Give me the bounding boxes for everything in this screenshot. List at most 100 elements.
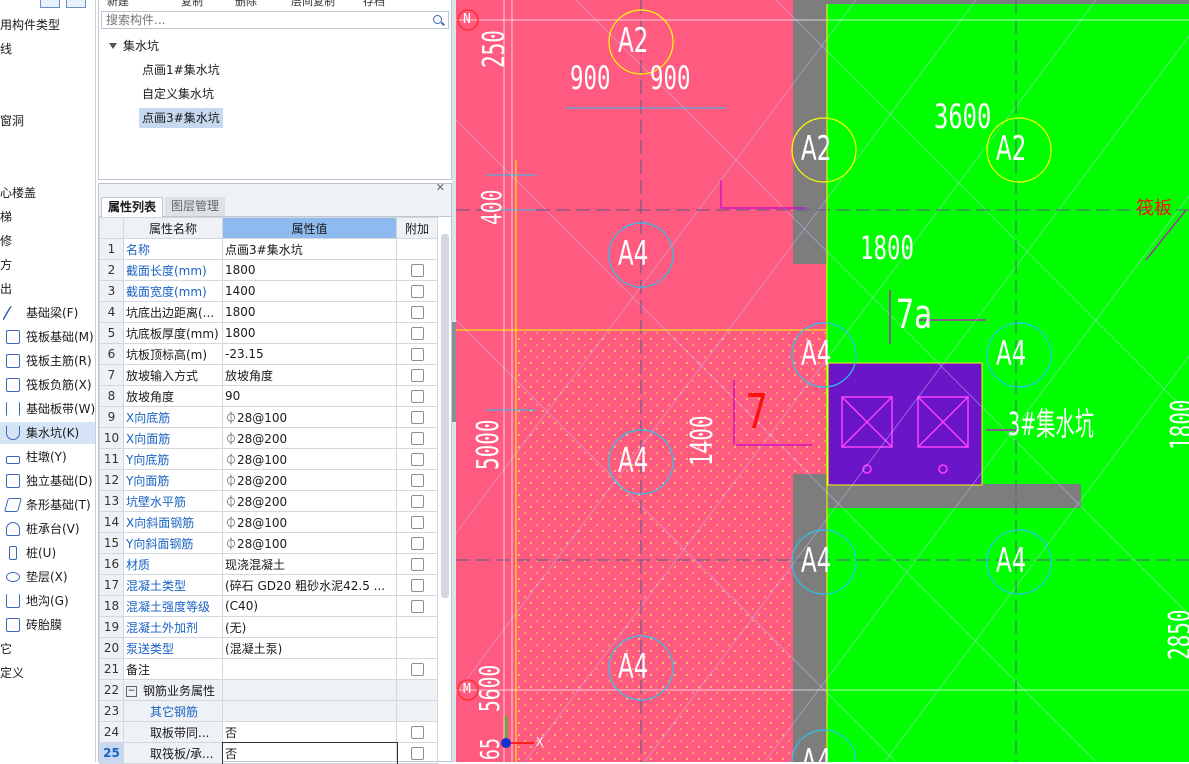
attach-checkbox[interactable]	[410, 411, 424, 424]
property-row[interactable]: 9 X向底筋 ⏀28@100	[99, 406, 438, 428]
property-row[interactable]: 22− 钢筋业务属性	[99, 679, 438, 701]
property-row[interactable]: 6 坑板顶标高(m) -23.15	[99, 343, 438, 365]
drawing-canvas[interactable]: A2 A2 A2 A4 A4 A4 A4 A4 A4 A4 A4 N M 250 900 900 3600 400…	[456, 0, 1189, 762]
nav-item-trench[interactable]: 地沟(G)	[0, 590, 95, 612]
tree-item-sump-custom[interactable]: 自定义集水坑	[142, 84, 214, 104]
property-value[interactable]: ⏀28@200	[222, 490, 397, 512]
property-value[interactable]: ⏀28@200	[222, 469, 397, 491]
nav-item-sump[interactable]: 集水坑(K)	[0, 422, 95, 444]
property-row[interactable]: 11 Y向底筋 ⏀28@100	[99, 448, 438, 470]
property-row[interactable]: 15 Y向斜面钢筋 ⏀28@100	[99, 532, 438, 554]
property-row[interactable]: 8 放坡角度 90	[99, 385, 438, 407]
nav-item-brick-mold[interactable]: 砖胎膜	[0, 614, 95, 636]
property-value[interactable]: 1800	[222, 322, 397, 344]
property-row[interactable]: 17 混凝土类型 (碎石 GD20 粗砂水泥42.5 ...	[99, 574, 438, 596]
nav-item-column-pier[interactable]: 柱墩(Y)	[0, 446, 95, 468]
property-value[interactable]: ⏀28@100	[222, 511, 397, 533]
tree-root-sump[interactable]: 集水坑	[109, 36, 159, 56]
attach-checkbox[interactable]	[410, 264, 424, 277]
property-value[interactable]: 现浇混凝土	[222, 553, 397, 575]
property-value[interactable]: 放坡角度	[222, 364, 397, 386]
property-value[interactable]: 否	[222, 721, 397, 743]
attach-checkbox[interactable]	[410, 600, 424, 613]
nav-partial-common-types[interactable]: 用构件类型	[0, 14, 60, 36]
nav-item-foundation-beam[interactable]: 基础梁(F)	[0, 302, 95, 324]
property-value[interactable]	[222, 700, 397, 722]
search-input[interactable]	[102, 12, 430, 28]
nav-item-slab-strip[interactable]: 基础板带(W)	[0, 398, 95, 420]
nav-item-raft-neg-rebar[interactable]: 筏板负筋(X)	[0, 374, 95, 396]
nav-item-pile-cap[interactable]: 桩承台(V)	[0, 518, 95, 540]
nav-tool-a-icon[interactable]	[40, 0, 60, 8]
toolbar-delete[interactable]: 删除	[235, 0, 257, 9]
attach-checkbox[interactable]	[410, 369, 424, 382]
attach-checkbox[interactable]	[410, 453, 424, 466]
nav-partial-decoration[interactable]: 修	[0, 230, 12, 252]
nav-partial-other[interactable]: 它	[0, 638, 12, 660]
attach-checkbox[interactable]	[410, 390, 424, 403]
property-value[interactable]: (C40)	[222, 595, 397, 617]
toolbar-save[interactable]: 存档	[363, 0, 385, 9]
nav-partial-earthwork[interactable]: 方	[0, 254, 12, 276]
nav-partial-window-opening[interactable]: 窗洞	[0, 110, 24, 132]
toolbar-copy[interactable]: 复制	[181, 0, 203, 9]
property-row[interactable]: 23 其它钢筋	[99, 700, 438, 722]
property-row[interactable]: 10 X向面筋 ⏀28@200	[99, 427, 438, 449]
attach-checkbox[interactable]	[410, 663, 424, 676]
property-value[interactable]: 点画3#集水坑	[222, 238, 397, 260]
tab-property-list[interactable]: 属性列表	[101, 197, 164, 217]
property-row[interactable]: 13 坑壁水平筋 ⏀28@200	[99, 490, 438, 512]
attach-checkbox[interactable]	[410, 516, 424, 529]
attach-checkbox[interactable]	[410, 747, 424, 760]
nav-item-raft-foundation[interactable]: 筏板基础(M)	[0, 326, 95, 348]
property-row[interactable]: 24 取板带同... 否	[99, 721, 438, 743]
attach-checkbox[interactable]	[410, 726, 424, 739]
property-row[interactable]: 5 坑底板厚度(mm) 1800	[99, 322, 438, 344]
property-value[interactable]: (碎石 GD20 粗砂水泥42.5 ...	[222, 574, 397, 596]
collapse-caret-icon[interactable]	[109, 43, 117, 49]
nav-partial-foundation[interactable]: 出	[0, 278, 12, 300]
property-value[interactable]: ⏀28@100	[222, 532, 397, 554]
property-value[interactable]	[222, 679, 397, 701]
toolbar-layer-copy[interactable]: 层间复制	[291, 0, 335, 9]
property-row[interactable]: 1 名称 点画3#集水坑	[99, 238, 438, 260]
property-row[interactable]: 12 Y向面筋 ⏀28@200	[99, 469, 438, 491]
tab-layer-management[interactable]: 图层管理	[165, 197, 226, 216]
property-value[interactable]: 1400	[222, 280, 397, 302]
property-value[interactable]: -23.15	[222, 343, 397, 365]
property-value[interactable]	[222, 658, 397, 680]
attach-checkbox[interactable]	[410, 327, 424, 340]
attach-checkbox[interactable]	[410, 285, 424, 298]
col-value-header[interactable]: 属性值	[222, 217, 397, 239]
toolbar-new[interactable]: 新建	[107, 0, 129, 9]
collapse-minus-icon[interactable]: −	[126, 685, 137, 697]
property-value[interactable]: 1800	[222, 259, 397, 281]
tree-item-sump-1[interactable]: 点画1#集水坑	[142, 60, 220, 80]
property-row[interactable]: 18 混凝土强度等级 (C40)	[99, 595, 438, 617]
attach-checkbox[interactable]	[410, 537, 424, 550]
attach-checkbox[interactable]	[410, 579, 424, 592]
property-value[interactable]: 90	[222, 385, 397, 407]
property-value[interactable]: ⏀28@100	[222, 406, 397, 428]
properties-scrollbar[interactable]	[441, 234, 449, 598]
nav-item-cushion[interactable]: 垫层(X)	[0, 566, 95, 588]
nav-item-raft-main-rebar[interactable]: 筏板主筋(R)	[0, 350, 95, 372]
nav-tool-b-icon[interactable]	[66, 0, 86, 8]
property-row[interactable]: 25 取筏板/承... 否	[99, 741, 438, 764]
nav-item-strip-footing[interactable]: 条形基础(T)	[0, 494, 95, 516]
property-value[interactable]: ⏀28@100	[222, 448, 397, 470]
attach-checkbox[interactable]	[410, 348, 424, 361]
property-row[interactable]: 16 材质 现浇混凝土	[99, 553, 438, 575]
search-icon[interactable]	[433, 15, 442, 24]
nav-partial-stair[interactable]: 梯	[0, 206, 12, 228]
property-row[interactable]: 4 坑底出边距离(... 1800	[99, 301, 438, 323]
property-row[interactable]: 14 X向斜面钢筋 ⏀28@100	[99, 511, 438, 533]
tree-item-sump-3[interactable]: 点画3#集水坑	[139, 108, 223, 128]
property-value[interactable]: 1800	[222, 301, 397, 323]
nav-partial-hollow-floor[interactable]: 心楼盖	[0, 182, 36, 204]
nav-item-pile[interactable]: 桩(U)	[0, 542, 95, 564]
attach-checkbox[interactable]	[410, 432, 424, 445]
property-value[interactable]: ⏀28@200	[222, 427, 397, 449]
property-row[interactable]: 2 截面长度(mm) 1800	[99, 259, 438, 281]
property-value[interactable]: 否	[221, 741, 398, 764]
